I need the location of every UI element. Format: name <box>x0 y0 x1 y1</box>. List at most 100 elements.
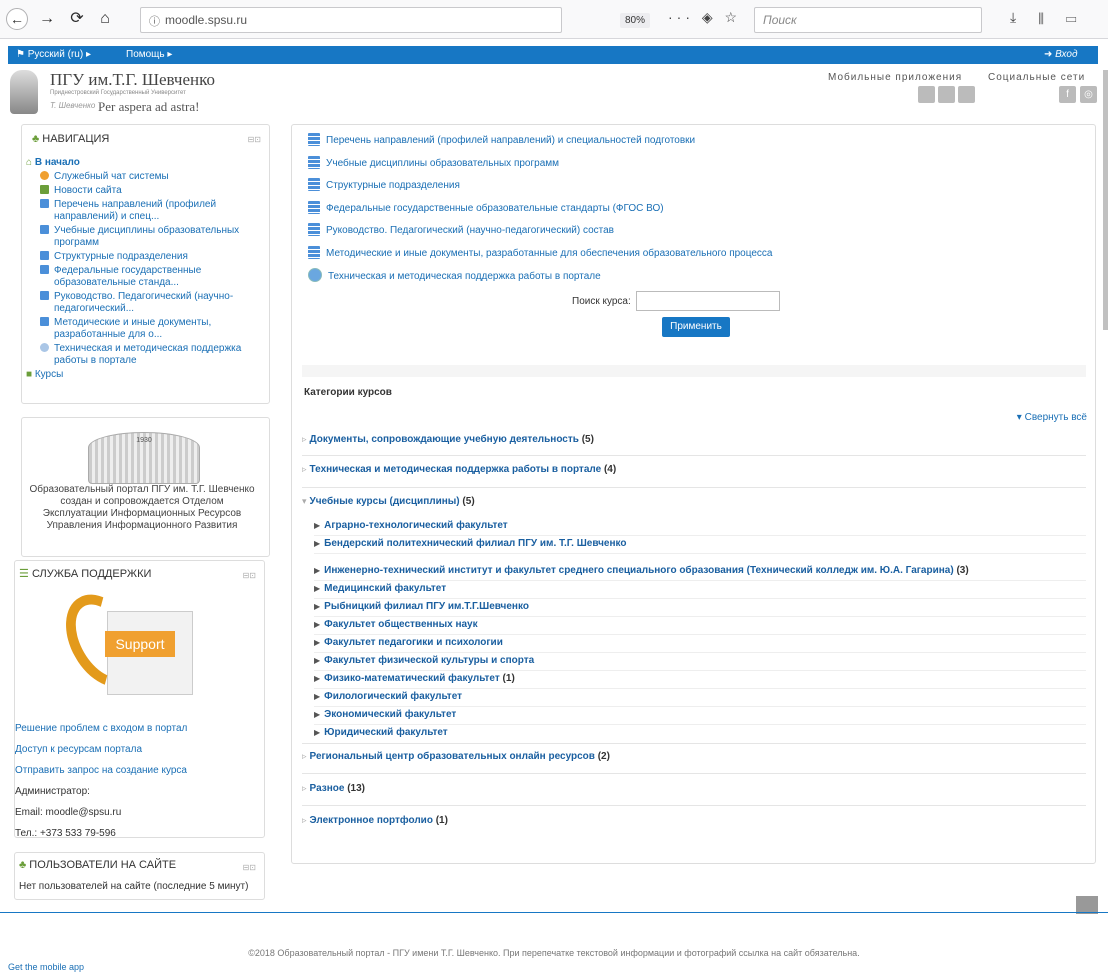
menu-link-support[interactable]: Техническая и методическая поддержка раб… <box>308 268 772 291</box>
forum-icon <box>40 185 49 194</box>
help-menu[interactable]: Помощь ▸ <box>126 49 172 60</box>
login-link[interactable]: ➜ Вход <box>1044 49 1078 60</box>
nav-item-support[interactable]: Техническая и методическая поддержка раб… <box>40 343 258 367</box>
chat-icon <box>40 171 49 180</box>
menu-link-departments[interactable]: Структурные подразделения <box>308 178 772 201</box>
mobile-apps-label: Мобильные приложения <box>828 72 963 83</box>
admin-phone: Тел.: +373 533 79-596 <box>15 828 116 839</box>
divider <box>302 805 1086 806</box>
zoom-level[interactable]: 80% <box>620 13 651 28</box>
subcategory-item[interactable]: ▶ Медицинский факультет <box>314 583 1086 594</box>
divider <box>314 553 1086 554</box>
nav-item-standards[interactable]: Федеральные государственные образователь… <box>40 265 258 289</box>
reload-icon[interactable]: ⟳ <box>66 8 88 30</box>
subcategory-item[interactable]: ▶ Аграрно-технологический факультет <box>314 520 1086 531</box>
social-icon[interactable]: ◎ <box>1080 86 1097 103</box>
browser-search-input[interactable]: Поиск <box>754 7 982 33</box>
nav-item-documents[interactable]: Методические и иные документы, разработа… <box>40 317 258 341</box>
category-portfolio[interactable]: ▹ Электронное портфолио (1) <box>302 815 1086 826</box>
menu-link-standards[interactable]: Федеральные государственные образователь… <box>308 200 772 224</box>
menu-link-staff[interactable]: Руководство. Педагогический (научно-педа… <box>308 223 772 246</box>
mobile-app-link[interactable]: Get the mobile app <box>8 962 84 972</box>
language-menu[interactable]: ⚑ Русский (ru) ▸ <box>16 49 91 60</box>
login-help-link[interactable]: Решение проблем с входом в портал <box>15 723 187 734</box>
subcategory-item[interactable]: ▶ Факультет физической культуры и спорта <box>314 655 1086 666</box>
collapse-all-link[interactable]: ▾ Свернуть всё <box>1017 412 1087 423</box>
top-navbar: ⚑ Русский (ru) ▸ Помощь ▸ ➜ Вход <box>8 46 1098 64</box>
footer-copyright: ©2018 Образовательный портал - ПГУ имени… <box>248 948 860 958</box>
menu-link-documents[interactable]: Методические и иные документы, разработа… <box>308 245 772 269</box>
subcategory-item[interactable]: ▶ Факультет педагогики и психологии <box>314 637 1086 648</box>
nav-courses-link[interactable]: ■ Курсы <box>26 369 258 381</box>
globe-icon <box>40 343 49 352</box>
page-icon <box>40 251 49 260</box>
nav-item-disciplines[interactable]: Учебные дисциплины образовательных прогр… <box>40 225 258 249</box>
divider <box>302 743 1086 744</box>
page-icon <box>40 291 49 300</box>
forward-icon[interactable]: → <box>36 8 58 30</box>
nav-item-directions[interactable]: Перечень направлений (профилей направлен… <box>40 199 258 223</box>
admin-email: Email: moodle@spsu.ru <box>15 807 122 818</box>
search-placeholder: Поиск <box>763 13 797 27</box>
android-app-icon[interactable] <box>938 86 955 103</box>
category-documents[interactable]: ▹ Документы, сопровождающие учебную деяте… <box>302 434 1086 445</box>
subcategory-item[interactable]: ▶ Инженерно-технический институт и факуль… <box>314 565 1086 576</box>
divider <box>314 580 1086 581</box>
subcategory-item[interactable]: ▶ Бендерский политехнический филиал ПГУ и… <box>314 538 1086 549</box>
expand-icon: ▹ <box>302 783 307 793</box>
menu-link-directions[interactable]: Перечень направлений (профилей направлен… <box>308 133 772 156</box>
divider <box>314 688 1086 689</box>
subcategory-item[interactable]: ▶ Рыбницкий филиал ПГУ им.Т.Г.Шевченко <box>314 601 1086 612</box>
course-search-input[interactable] <box>636 291 780 311</box>
divider <box>302 773 1086 774</box>
block-controls-icon[interactable]: ⊟⊡ <box>248 135 261 144</box>
info-icon[interactable]: ⓘ <box>149 13 160 29</box>
nav-item-departments[interactable]: Структурные подразделения <box>40 251 258 263</box>
subcategory-item[interactable]: ▶ Физико-математический факультет (1) <box>314 673 1086 684</box>
nav-item-news[interactable]: Новости сайта <box>40 185 258 197</box>
page-icon <box>40 225 49 234</box>
page-icon <box>40 317 49 326</box>
building-year: 1930 <box>136 437 152 444</box>
site-subtitle: Приднестровский Государственный Универси… <box>50 90 186 96</box>
nav-item-staff[interactable]: Руководство. Педагогический (научно-педа… <box>40 291 258 315</box>
expand-icon: ▹ <box>302 751 307 761</box>
subcategory-item[interactable]: ▶ Филологический факультет <box>314 691 1086 702</box>
divider <box>314 724 1086 725</box>
block-controls-icon[interactable]: ⊟⊡ <box>243 571 256 580</box>
site-logo[interactable]: ПГУ им.Т.Г. Шевченко Приднестровский Гос… <box>8 68 408 118</box>
divider <box>314 634 1086 635</box>
apply-button[interactable]: Применить <box>662 317 730 337</box>
apple-app-icon[interactable] <box>918 86 935 103</box>
category-study-courses[interactable]: ▾ Учебные курсы (дисциплины) (5) <box>302 496 1086 507</box>
home-icon[interactable]: ⌂ <box>94 8 116 30</box>
category-regional-center[interactable]: ▹ Региональный центр образовательных онла… <box>302 751 1086 762</box>
block-controls-icon[interactable]: ⊟⊡ <box>243 863 256 872</box>
main-menu: Перечень направлений (профилей направлен… <box>308 133 772 291</box>
url-text[interactable]: moodle.spsu.ru <box>165 13 247 27</box>
url-bar[interactable]: ⓘ moodle.spsu.ru <box>140 7 562 33</box>
back-icon[interactable]: ← <box>6 8 28 30</box>
subcategory-item[interactable]: ▶ Факультет общественных наук <box>314 619 1086 630</box>
navigation-list: ⌂ В начало Служебный чат системы Новости… <box>26 155 258 383</box>
nav-home-link[interactable]: ⌂ В начало <box>26 157 258 169</box>
subcategory-item[interactable]: ▶ Экономический факультет <box>314 709 1086 720</box>
category-tech-support[interactable]: ▹ Техническая и методическая поддержка ра… <box>302 464 1086 475</box>
facebook-icon[interactable]: f <box>1059 86 1076 103</box>
subcategory-item[interactable]: ▶ Юридический факультет <box>314 727 1086 738</box>
navigation-title: ♣ НАВИГАЦИЯ <box>32 133 110 145</box>
page-icon <box>308 133 320 146</box>
page-actions-icons[interactable]: ··· ◈ ☆ <box>668 9 741 26</box>
windows-app-icon[interactable] <box>958 86 975 103</box>
menu-link-disciplines[interactable]: Учебные дисциплины образовательных прогр… <box>308 155 772 179</box>
category-misc[interactable]: ▹ Разное (13) <box>302 783 1086 794</box>
footer-divider <box>0 912 1108 913</box>
access-link[interactable]: Доступ к ресурсам портала <box>15 744 142 755</box>
divider <box>302 487 1086 488</box>
scrollbar[interactable] <box>1103 70 1108 330</box>
toolbar-icons[interactable]: ⤓ ⫴ ▭ <box>1010 9 1086 26</box>
create-course-request-link[interactable]: Отправить запрос на создание курса <box>15 765 187 776</box>
page-icon <box>308 200 320 214</box>
page-icon <box>308 223 320 236</box>
nav-item-chat[interactable]: Служебный чат системы <box>40 171 258 183</box>
